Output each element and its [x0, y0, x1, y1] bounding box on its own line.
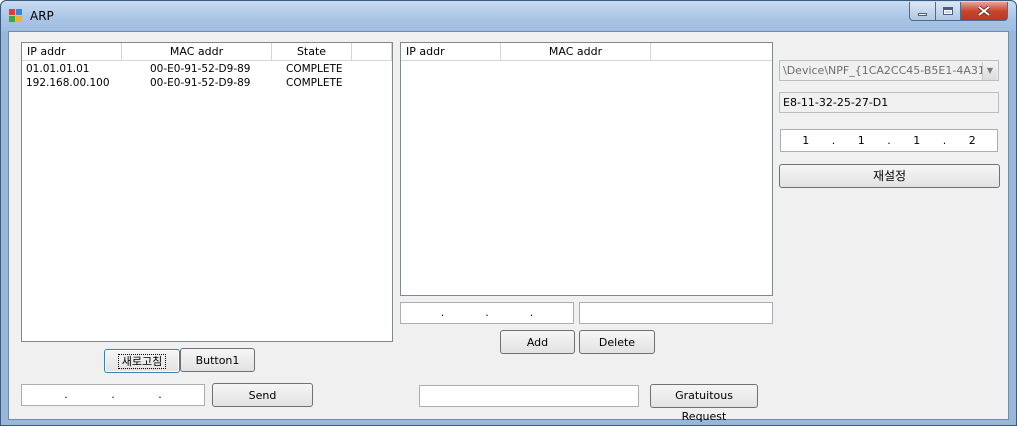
minimize-button[interactable]: [909, 2, 936, 21]
my-mac-field: E8-11-32-25-27-D1: [779, 92, 999, 113]
app-icon: [9, 9, 22, 22]
ip-octet[interactable]: 1: [781, 131, 831, 151]
maximize-button[interactable]: [935, 2, 961, 21]
ip-dot: .: [485, 306, 489, 319]
proxy-mac-input[interactable]: [579, 302, 773, 324]
button1[interactable]: Button1: [180, 348, 255, 372]
ip-dot: .: [64, 388, 68, 401]
row-mac: 00-E0-91-52-D9-89: [150, 77, 251, 89]
proxy-ip-input[interactable]: . . .: [400, 302, 574, 324]
ip-octet[interactable]: 1: [837, 131, 887, 151]
column-mac-addr[interactable]: MAC addr: [501, 43, 651, 61]
device-select-value: \Device\NPF_{1CA2CC45-B5E1-4A31-: [783, 64, 989, 77]
send-ip-input[interactable]: . . .: [21, 384, 205, 406]
proxy-arp-list[interactable]: IP addr MAC addr: [400, 42, 773, 296]
minimize-icon: [918, 12, 927, 16]
table-row[interactable]: 192.168.00.100 00-E0-91-52-D9-89 COMPLET…: [22, 77, 352, 91]
close-button[interactable]: [960, 2, 1008, 21]
refresh-button[interactable]: 새로고침: [104, 349, 180, 373]
arp-list-header: IP addr MAC addr State: [22, 43, 392, 61]
row-state: COMPLETE: [286, 77, 343, 89]
delete-button[interactable]: Delete: [579, 330, 655, 354]
row-state: COMPLETE: [286, 63, 343, 75]
my-ip-input[interactable]: 1 . 1 . 1 . 2: [780, 129, 998, 152]
arp-window: ARP IP addr MAC addr State 01.01.01.01 0…: [0, 0, 1017, 426]
proxy-list-header: IP addr MAC addr: [401, 43, 772, 61]
reset-button[interactable]: 재설정: [779, 164, 1000, 188]
ip-dot: .: [529, 306, 534, 319]
column-filler: [352, 43, 392, 61]
close-icon: [978, 6, 990, 16]
column-ip-addr[interactable]: IP addr: [401, 43, 501, 61]
refresh-button-label: 새로고침: [117, 353, 167, 369]
row-ip: 192.168.00.100: [26, 77, 110, 89]
window-title: ARP: [30, 9, 54, 23]
row-ip: 01.01.01.01: [26, 63, 90, 75]
ip-dot: .: [158, 388, 162, 401]
chevron-down-icon[interactable]: ▼: [982, 62, 997, 80]
add-button[interactable]: Add: [500, 330, 575, 354]
column-filler: [651, 43, 772, 61]
gratuitous-request-button[interactable]: Gratuitous Request: [650, 384, 758, 423]
gratuitous-input[interactable]: [419, 385, 639, 407]
row-mac: 00-E0-91-52-D9-89: [150, 63, 251, 75]
ip-dot: .: [440, 306, 445, 319]
send-button[interactable]: Send: [212, 383, 313, 407]
column-ip-addr[interactable]: IP addr: [22, 43, 122, 61]
title-bar[interactable]: ARP: [1, 1, 1016, 31]
arp-cache-list[interactable]: IP addr MAC addr State 01.01.01.01 00-E0…: [21, 42, 393, 342]
column-mac-addr[interactable]: MAC addr: [122, 43, 272, 61]
maximize-icon: [943, 7, 953, 15]
ip-octet[interactable]: 2: [948, 131, 998, 151]
client-area: IP addr MAC addr State 01.01.01.01 00-E0…: [8, 31, 1009, 423]
table-row[interactable]: 01.01.01.01 00-E0-91-52-D9-89 COMPLETE: [22, 63, 352, 77]
device-select[interactable]: \Device\NPF_{1CA2CC45-B5E1-4A31- ▼: [779, 60, 999, 81]
ip-dot: .: [111, 388, 115, 401]
ip-octet[interactable]: 1: [892, 131, 942, 151]
column-state[interactable]: State: [272, 43, 352, 61]
